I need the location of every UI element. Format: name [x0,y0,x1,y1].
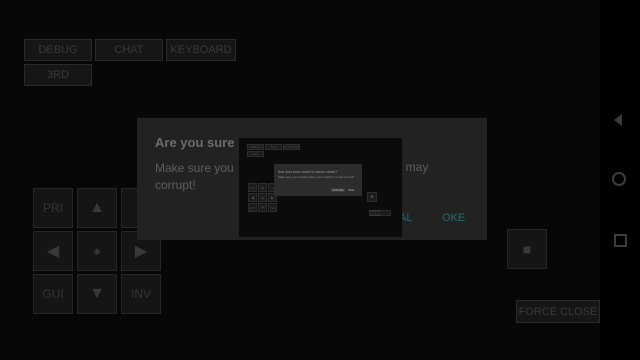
nested-screen: DEBUG CHAT KEYBOARD 3RD PRI ▲ S ◀ ◆ ▶ GU… [239,138,402,237]
back-icon[interactable] [614,114,622,126]
chat-button[interactable]: CHAT [95,39,163,61]
inner-action-button[interactable]: ■ [367,192,377,202]
up-arrow-button[interactable]: ▲ [77,188,117,228]
third-person-button[interactable]: 3RD [24,64,92,86]
recent-apps-icon[interactable] [614,234,627,247]
inner-dialog-cancel-button[interactable]: CANCEL [331,188,346,192]
down-arrow-button[interactable]: ▼ [77,274,117,314]
dialog-message-tail: t may [399,160,429,174]
primary-button[interactable]: PRI [33,188,73,228]
keyboard-button[interactable]: KEYBOARD [166,39,236,61]
inner-dialog: Are you sure want to force close? Make s… [274,164,362,196]
inner-dialog-ok-button[interactable]: OKE [348,188,354,192]
inner-dialog-title: Are you sure want to force close? [278,169,338,174]
inner-debug-button[interactable]: DEBUG [247,144,264,150]
system-nav-bar [600,0,640,360]
inner-force-close-button[interactable]: FORCE CLOSE [369,209,391,217]
inner-left-button[interactable]: ◀ [248,193,257,202]
inner-up-button[interactable]: ▲ [258,183,267,192]
dialog-ok-button[interactable]: OKE [442,212,465,224]
center-button[interactable]: ◆ [77,231,117,271]
left-arrow-button[interactable]: ◀ [33,231,73,271]
dialog-title: Are you sure [155,135,235,150]
action-button[interactable]: ■ [507,229,547,269]
inner-keyboard-button[interactable]: KEYBOARD [283,144,300,150]
debug-button[interactable]: DEBUG [24,39,92,61]
inner-gui-button[interactable]: GUI [248,203,257,212]
inventory-button[interactable]: INV [121,274,161,314]
inner-dialog-message: Make sure you already close your world o… [278,175,355,179]
game-screen: DEBUG CHAT KEYBOARD 3RD PRI ▲ S ◀ ◆ ▶ GU… [0,0,600,360]
inner-chat-button[interactable]: CHAT [265,144,282,150]
inner-third-person-button[interactable]: 3RD [247,151,264,157]
dialog-message-line2: corrupt! [155,178,196,192]
home-icon[interactable] [612,172,626,186]
inner-down-button[interactable]: ▼ [258,203,267,212]
dialog-message-line1: Make sure you [155,161,234,175]
inner-center-button[interactable]: ◆ [258,193,267,202]
gui-button[interactable]: GUI [33,274,73,314]
inner-primary-button[interactable]: PRI [248,183,257,192]
force-close-button[interactable]: FORCE CLOSE [516,300,600,323]
inner-inventory-button[interactable]: INV [268,203,277,212]
